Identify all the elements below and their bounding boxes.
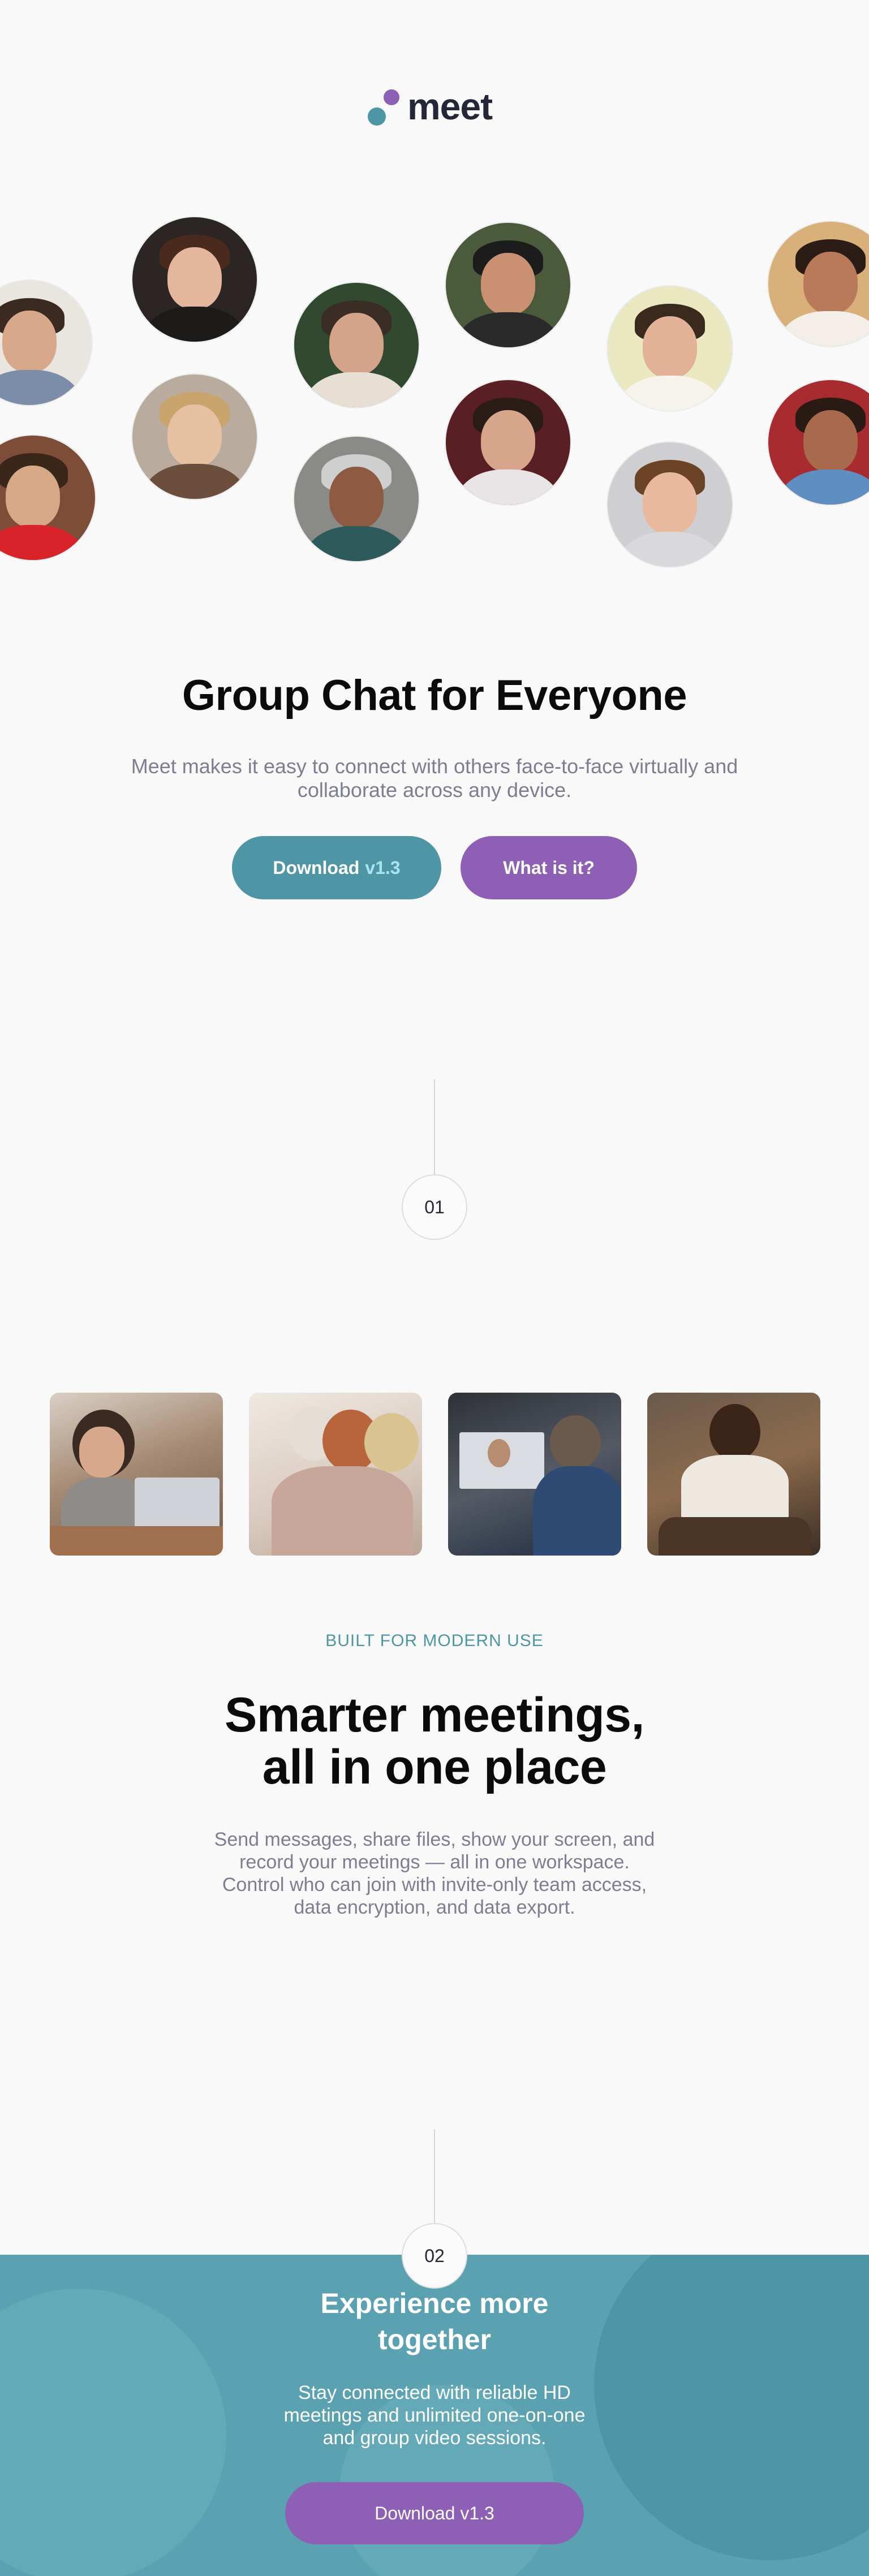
section-2-title-line1: Experience more: [320, 2288, 549, 2319]
avatar-1: [0, 279, 93, 406]
photo-video-call: [448, 1393, 621, 1556]
step-01-marker: 01: [402, 1174, 467, 1240]
section-2-title-line2: together: [378, 2324, 491, 2355]
step-01-number: 01: [424, 1196, 445, 1217]
download-button-label: Download: [273, 857, 360, 878]
what-is-it-label: What is it?: [503, 857, 595, 878]
meet-logo[interactable]: meet: [362, 84, 509, 129]
logo-wordmark: meet: [407, 85, 493, 127]
what-is-it-button[interactable]: What is it?: [461, 836, 637, 899]
avatar-9: [606, 285, 733, 412]
logo-dot-teal-icon: [368, 107, 386, 126]
section-1-title-line1: Smarter meetings,: [225, 1688, 644, 1742]
photo-woman-laptop: [50, 1393, 223, 1556]
step-02-number: 02: [424, 2245, 445, 2266]
section-1-title-line2: all in one place: [262, 1740, 607, 1794]
hero-subtitle: Meet makes it easy to connect with other…: [131, 755, 738, 802]
step-02-marker: 02: [402, 2223, 467, 2289]
photo-three-women-phone: [249, 1393, 422, 1556]
avatar-3: [0, 434, 96, 561]
section-1-body: Send messages, share files, show your sc…: [214, 1829, 655, 1918]
logo-dot-purple-icon: [384, 89, 399, 105]
section-1-eyebrow: BUILT FOR MODERN USE: [325, 1631, 544, 1650]
avatar-11: [767, 221, 869, 347]
section-2-body: Stay connected with reliable HD meetings…: [283, 2382, 586, 2449]
avatar-7: [445, 222, 571, 348]
avatar-12: [767, 379, 869, 506]
hero-title: Group Chat for Everyone: [182, 671, 687, 720]
avatar-10: [606, 441, 733, 568]
download-version: v1.3: [365, 857, 401, 878]
avatar-5: [293, 282, 420, 408]
section-2-title: Experience more together: [0, 2285, 869, 2358]
avatar-4: [131, 373, 258, 500]
avatar-8: [445, 379, 571, 506]
step-01-connector: [434, 1079, 435, 1175]
download-button[interactable]: Download v1.3: [232, 836, 441, 899]
avatar-6: [293, 436, 420, 562]
avatar-2: [131, 216, 258, 343]
download-secondary-label: Download v1.3: [375, 2502, 494, 2523]
section-1-title: Smarter meetings, all in one place: [0, 1689, 869, 1793]
download-button-secondary[interactable]: Download v1.3: [285, 2482, 584, 2544]
photo-man-phone: [647, 1393, 820, 1556]
